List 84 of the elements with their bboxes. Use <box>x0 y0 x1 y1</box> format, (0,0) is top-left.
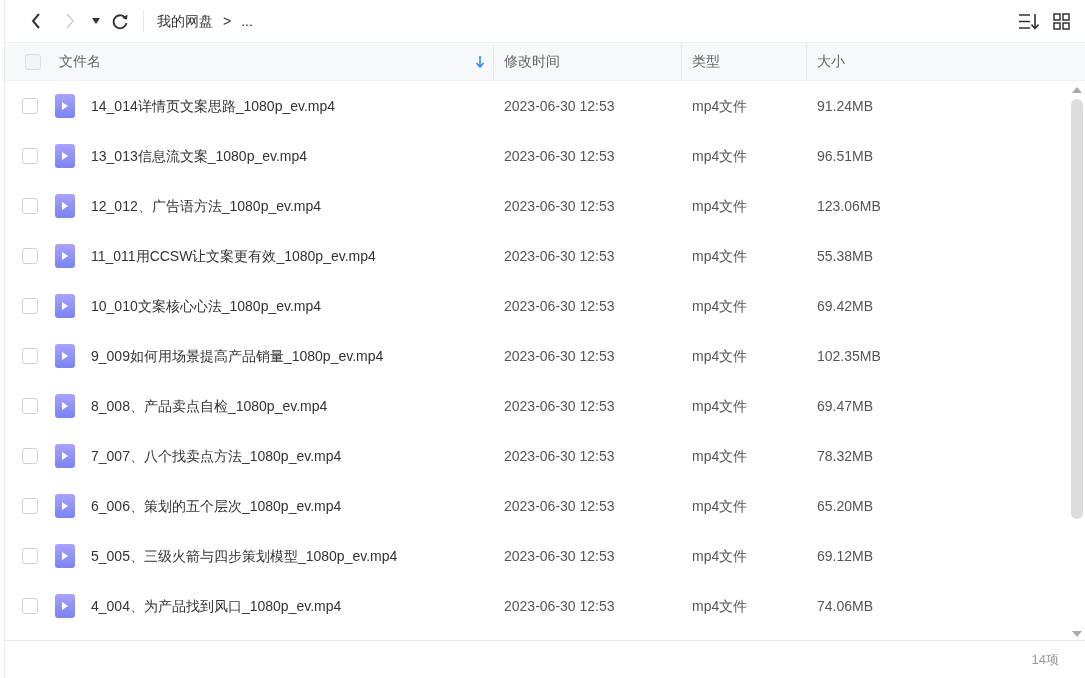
sort-arrow-icon[interactable] <box>475 55 485 68</box>
video-file-icon <box>55 294 75 318</box>
modified-time: 2023-06-30 12:53 <box>504 147 615 164</box>
file-type: mp4文件 <box>692 497 748 514</box>
file-type: mp4文件 <box>692 397 748 414</box>
file-type: mp4文件 <box>692 97 748 114</box>
breadcrumb-item[interactable]: ... <box>241 10 253 32</box>
file-size: 102.35MB <box>817 347 881 364</box>
video-file-icon <box>55 94 75 118</box>
video-file-icon <box>55 394 75 418</box>
modified-time: 2023-06-30 12:53 <box>504 97 615 114</box>
sort-icon[interactable] <box>1017 11 1039 31</box>
file-name[interactable]: 11_011用CCSW让文案更有效_1080p_ev.mp4 <box>91 247 376 264</box>
modified-time: 2023-06-30 12:53 <box>504 447 615 464</box>
checkbox[interactable] <box>22 98 38 114</box>
scroll-up-icon[interactable] <box>1071 87 1082 93</box>
breadcrumb-item[interactable]: 我的网盘 <box>157 10 213 32</box>
file-type: mp4文件 <box>692 597 748 614</box>
file-name[interactable]: 13_013信息流文案_1080p_ev.mp4 <box>91 147 308 164</box>
checkbox[interactable] <box>22 348 38 364</box>
video-file-icon <box>55 194 75 218</box>
video-file-icon <box>55 594 75 618</box>
modified-time: 2023-06-30 12:53 <box>504 547 615 564</box>
file-name[interactable]: 7_007、八个找卖点方法_1080p_ev.mp4 <box>91 447 342 464</box>
file-size: 65.20MB <box>817 497 874 514</box>
checkbox[interactable] <box>25 53 41 70</box>
checkbox[interactable] <box>22 448 38 464</box>
file-size: 96.51MB <box>817 147 874 164</box>
file-size: 123.06MB <box>817 197 881 214</box>
file-type: mp4文件 <box>692 147 748 164</box>
checkbox[interactable] <box>22 398 38 414</box>
column-header[interactable]: 文件名 <box>59 51 101 72</box>
file-name[interactable]: 8_008、产品卖点自检_1080p_ev.mp4 <box>91 397 328 414</box>
video-file-icon <box>55 344 75 368</box>
modified-time: 2023-06-30 12:53 <box>504 597 615 614</box>
caret-icon[interactable] <box>92 18 100 24</box>
video-file-icon <box>55 544 75 568</box>
file-name[interactable]: 10_010文案核心心法_1080p_ev.mp4 <box>91 297 322 314</box>
file-type: mp4文件 <box>692 297 748 314</box>
video-file-icon <box>55 494 75 518</box>
video-file-icon <box>55 444 75 468</box>
file-size: 78.32MB <box>817 447 874 464</box>
file-size: 55.38MB <box>817 247 874 264</box>
forward-icon[interactable] <box>64 13 76 29</box>
checkbox[interactable] <box>22 148 38 164</box>
file-type: mp4文件 <box>692 247 748 264</box>
file-name[interactable]: 14_014详情页文案思路_1080p_ev.mp4 <box>91 97 336 114</box>
file-type: mp4文件 <box>692 547 748 564</box>
file-type: mp4文件 <box>692 347 748 364</box>
file-size: 74.06MB <box>817 597 874 614</box>
checkbox[interactable] <box>22 248 38 264</box>
modified-time: 2023-06-30 12:53 <box>504 197 615 214</box>
back-icon[interactable] <box>30 13 42 29</box>
video-file-icon <box>55 144 75 168</box>
file-type: mp4文件 <box>692 197 748 214</box>
file-name[interactable]: 9_009如何用场景提高产品销量_1080p_ev.mp4 <box>91 347 384 364</box>
file-size: 69.42MB <box>817 297 874 314</box>
file-size: 69.47MB <box>817 397 874 414</box>
modified-time: 2023-06-30 12:53 <box>504 247 615 264</box>
file-name[interactable]: 12_012、广告语方法_1080p_ev.mp4 <box>91 197 322 214</box>
modified-time: 2023-06-30 12:53 <box>504 347 615 364</box>
file-name[interactable]: 5_005、三级火箭与四步策划模型_1080p_ev.mp4 <box>91 547 398 564</box>
file-type: mp4文件 <box>692 447 748 464</box>
file-name[interactable]: 6_006、策划的五个层次_1080p_ev.mp4 <box>91 497 342 514</box>
column-header[interactable]: 修改时间 <box>504 51 560 72</box>
checkbox[interactable] <box>22 298 38 314</box>
scroll-down-icon[interactable] <box>1071 631 1082 637</box>
checkbox[interactable] <box>22 548 38 564</box>
checkbox[interactable] <box>22 198 38 214</box>
grid-view-icon[interactable] <box>1051 11 1071 31</box>
checkbox[interactable] <box>22 598 38 614</box>
modified-time: 2023-06-30 12:53 <box>504 297 615 314</box>
scrollbar-thumb[interactable] <box>1070 99 1083 519</box>
modified-time: 2023-06-30 12:53 <box>504 397 615 414</box>
file-size: 91.24MB <box>817 97 874 114</box>
item-count: 14项 <box>1031 650 1059 669</box>
breadcrumb-separator: > <box>223 11 232 31</box>
modified-time: 2023-06-30 12:53 <box>504 497 615 514</box>
file-name[interactable]: 4_004、为产品找到风口_1080p_ev.mp4 <box>91 597 342 614</box>
column-header[interactable]: 类型 <box>692 51 720 72</box>
video-file-icon <box>55 244 75 268</box>
file-size: 69.12MB <box>817 547 874 564</box>
checkbox[interactable] <box>22 498 38 514</box>
column-header[interactable]: 大小 <box>817 51 845 72</box>
